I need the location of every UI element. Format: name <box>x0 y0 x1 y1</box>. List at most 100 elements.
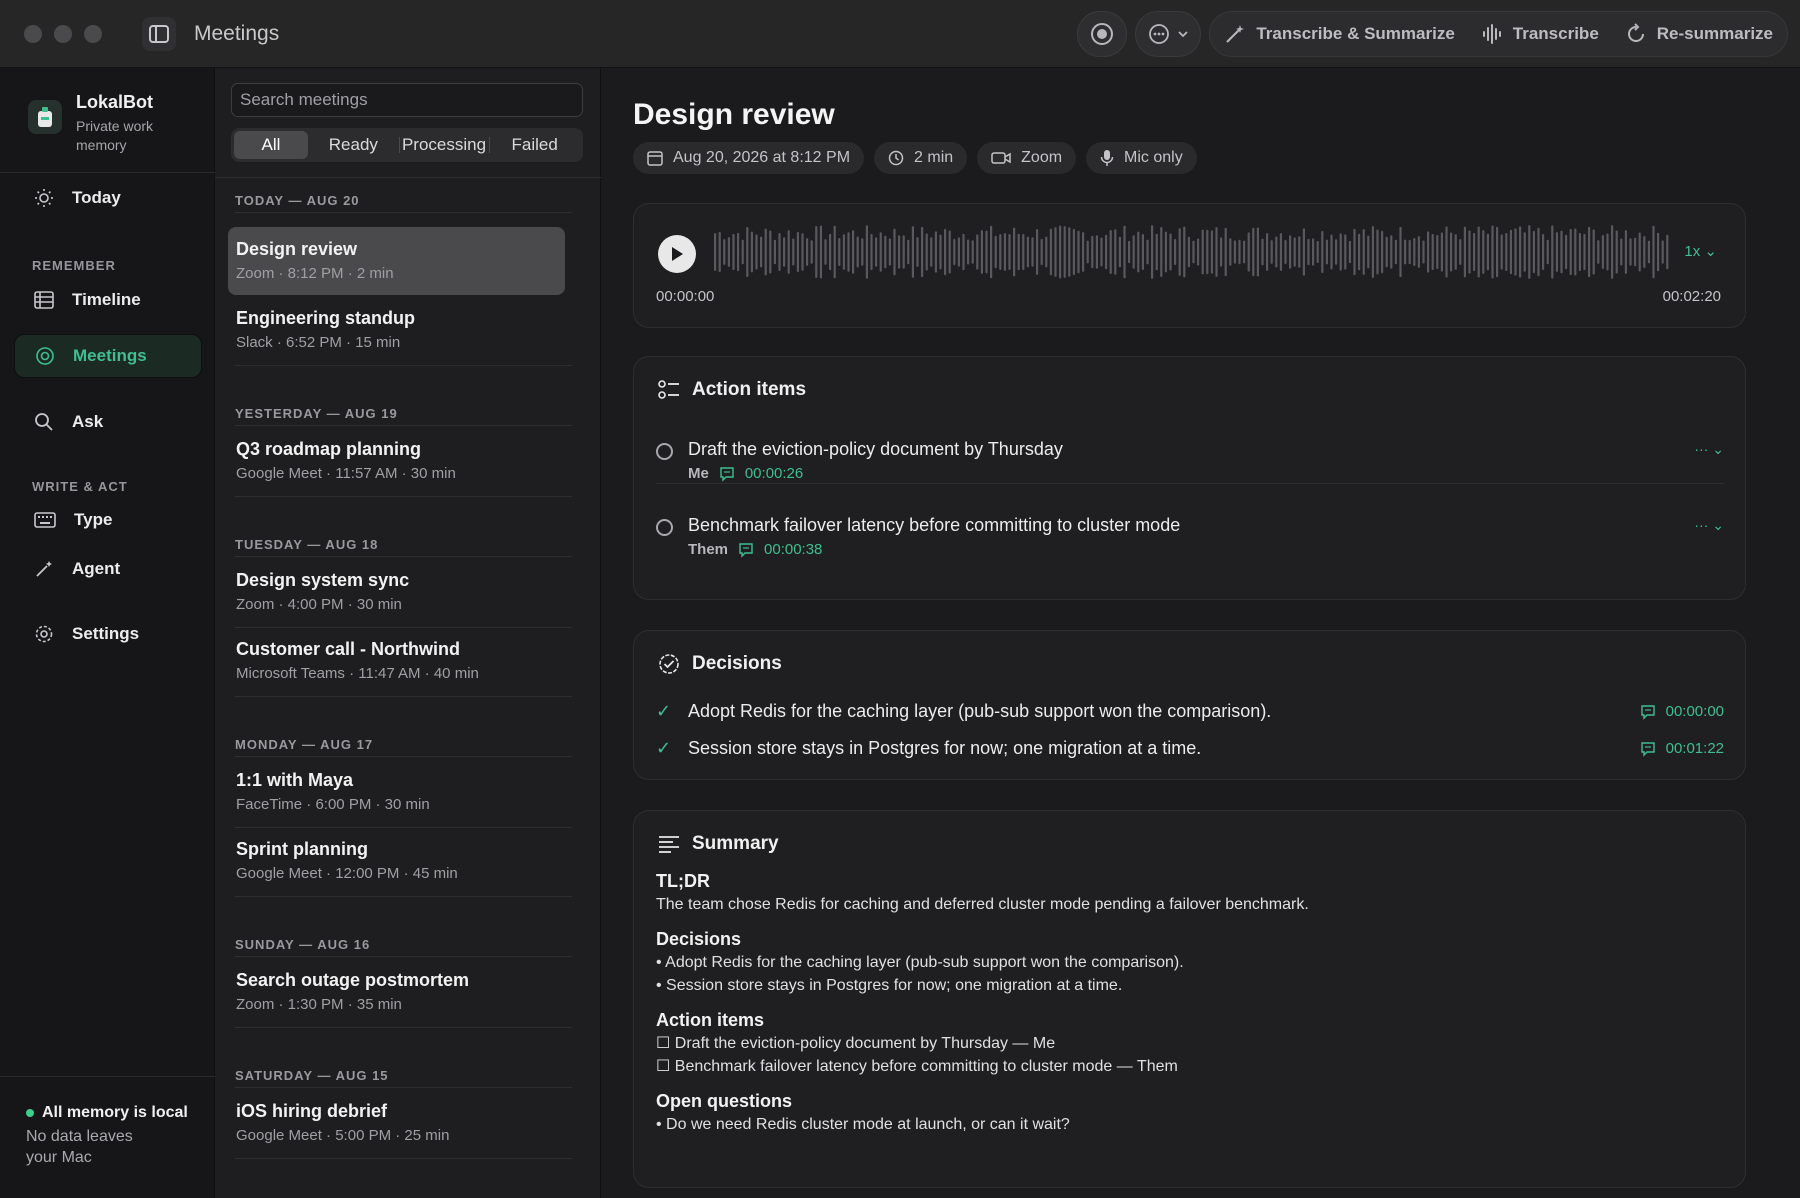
waveform-bar <box>1657 232 1660 272</box>
waveform-bar <box>1523 232 1526 272</box>
transcript-link-icon <box>1640 704 1655 720</box>
decision-timestamp-link[interactable]: 00:00:00 <box>1640 703 1724 720</box>
group-divider <box>235 425 572 426</box>
action-item-timestamp[interactable]: 00:00:26 <box>745 465 803 482</box>
waveform-bar <box>1238 239 1241 265</box>
waveform-bar <box>1661 240 1664 264</box>
play-button[interactable] <box>658 235 696 273</box>
waveform-bar <box>1183 226 1186 278</box>
meetings-icon <box>36 347 54 365</box>
waveform-bar <box>1597 240 1600 264</box>
waveform-bar <box>810 240 813 264</box>
sidebar-item-type[interactable]: Type <box>14 498 202 542</box>
decision-timestamp-link[interactable]: 00:01:22 <box>1640 740 1724 757</box>
waveform-bar <box>1652 225 1655 279</box>
waveform-bar <box>1293 237 1296 267</box>
waveform-bar <box>1095 235 1098 269</box>
sidebar-item-settings[interactable]: Settings <box>14 612 202 656</box>
brand: LokalBot Private work memory <box>28 92 186 155</box>
list-item[interactable]: Customer call - Northwind Microsoft Team… <box>228 627 565 695</box>
waveform-bar <box>1206 229 1209 275</box>
waveform-bar <box>1491 225 1494 279</box>
waveform-bar <box>939 234 942 270</box>
record-button[interactable] <box>1077 11 1128 57</box>
sidebar-item-today[interactable]: Today <box>14 176 202 220</box>
waveform-bar <box>1454 234 1457 270</box>
zoom-window-button[interactable] <box>84 24 102 43</box>
waveform-bar <box>1321 231 1324 273</box>
waveform-bar <box>1151 225 1154 279</box>
waveform-bar <box>1252 227 1255 277</box>
play-icon <box>672 247 683 261</box>
resummarize-button[interactable]: Re-summarize <box>1625 23 1773 45</box>
waveform-bar <box>1210 230 1213 274</box>
sidebar-item-ask[interactable]: Ask <box>14 400 202 444</box>
waveform-bar <box>801 233 804 271</box>
waveform-bar <box>1348 240 1351 264</box>
action-item-timestamp[interactable]: 00:00:38 <box>764 541 822 558</box>
waveform-bar <box>1394 239 1397 265</box>
playback-speed-button[interactable]: 1x ⌄ <box>1684 242 1717 260</box>
filter-all[interactable]: All <box>234 131 308 159</box>
waveform-bar <box>792 238 795 266</box>
waveform-bar <box>1537 227 1540 277</box>
list-item[interactable]: Sprint planning Google Meet · 12:00 PM ·… <box>228 827 565 895</box>
meeting-title: Design system sync <box>236 570 410 590</box>
filter-processing[interactable]: Processing <box>398 131 490 159</box>
waveform-bar <box>980 230 983 274</box>
lokalbot-logo-icon <box>38 107 52 127</box>
sidebar-item-meetings[interactable]: Meetings <box>14 334 202 378</box>
list-item[interactable]: Design system sync Zoom · 4:00 PM · 30 m… <box>228 558 565 626</box>
waveform[interactable] <box>712 224 1672 280</box>
waveform-bar <box>1013 227 1016 277</box>
item-divider <box>235 496 572 497</box>
waveform-bar <box>1417 236 1420 268</box>
list-item[interactable]: Q3 roadmap planning Google Meet · 11:57 … <box>228 427 565 495</box>
action-item-divider <box>656 483 1724 484</box>
transcribe-summarize-button[interactable]: Transcribe & Summarize <box>1224 23 1455 45</box>
list-item[interactable]: Design review Zoom · 8:12 PM · 2 min <box>228 227 565 295</box>
waveform-bar <box>727 237 730 267</box>
sidebar-item-agent[interactable]: Agent <box>14 547 202 591</box>
waveform-bar <box>1509 229 1512 275</box>
group-label: YESTERDAY — AUG 19 <box>235 406 398 421</box>
list-item[interactable]: iOS hiring debrief Google Meet · 5:00 PM… <box>228 1089 565 1157</box>
action-item-checkbox[interactable] <box>656 519 673 536</box>
check-icon: ✓ <box>656 738 672 758</box>
list-item[interactable]: 1:1 with Maya FaceTime · 6:00 PM · 30 mi… <box>228 758 565 826</box>
action-item-menu-button[interactable]: ··· ⌄ <box>1694 441 1724 458</box>
waveform-bar <box>1215 227 1218 277</box>
waveform-bar <box>833 225 836 279</box>
waveform-bar <box>1532 230 1535 274</box>
summary-questions-heading: Open questions <box>656 1091 793 1111</box>
transcribe-button[interactable]: Transcribe <box>1481 23 1599 45</box>
waveform-bar <box>838 237 841 267</box>
waveform-bar <box>1555 232 1558 272</box>
refresh-icon <box>1627 23 1644 42</box>
waveform-bar <box>1302 228 1305 276</box>
waveform-bar <box>1473 233 1476 271</box>
filter-ready[interactable]: Ready <box>308 131 399 159</box>
group-label: SUNDAY — AUG 16 <box>235 937 371 952</box>
waveform-bar <box>852 230 855 274</box>
action-item-checkbox[interactable] <box>656 443 673 460</box>
waveform-bar <box>1298 236 1301 268</box>
close-window-button[interactable] <box>24 24 42 43</box>
more-menu-button[interactable] <box>1135 11 1202 57</box>
platform-chip: Zoom <box>977 142 1077 174</box>
search-input[interactable]: Search meetings <box>231 83 583 117</box>
action-item-menu-button[interactable]: ··· ⌄ <box>1694 517 1724 534</box>
sidebar-footer-divider <box>0 1076 215 1077</box>
minimize-window-button[interactable] <box>54 24 72 43</box>
waveform-bar <box>1270 240 1273 264</box>
waveform-bar <box>1496 226 1499 278</box>
sidebar-item-timeline[interactable]: Timeline <box>14 278 202 322</box>
waveform-bar <box>902 235 905 269</box>
list-item[interactable]: Search outage postmortem Zoom · 1:30 PM … <box>228 958 565 1026</box>
waveform-bar <box>1164 231 1167 273</box>
meeting-title: Design review <box>236 239 358 259</box>
waveform-bar <box>1367 235 1370 269</box>
list-item[interactable]: Engineering standup Slack · 6:52 PM · 15… <box>228 296 565 364</box>
toggle-sidebar-button[interactable] <box>142 16 176 51</box>
filter-failed[interactable]: Failed <box>489 131 580 159</box>
